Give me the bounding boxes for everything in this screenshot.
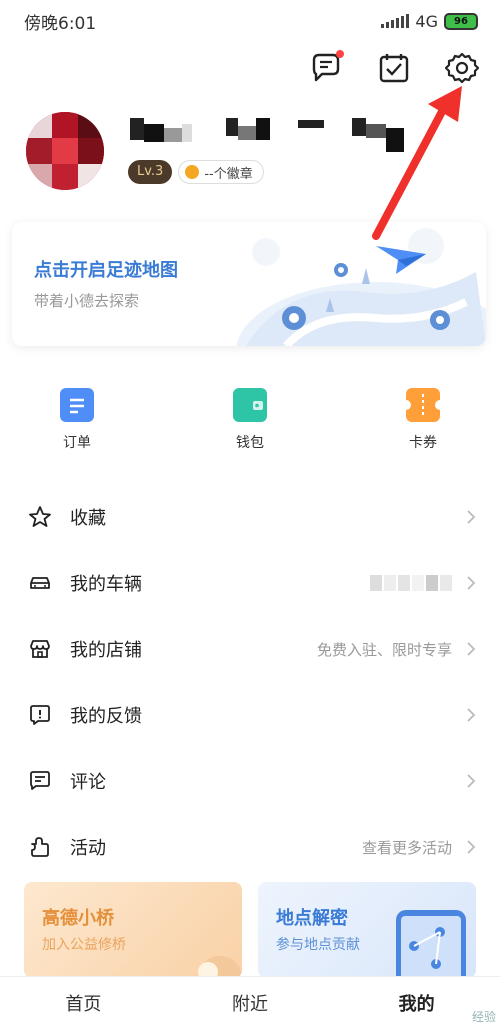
coupon-label: 卡券 <box>409 435 437 451</box>
medal-count: --个徽章 <box>204 166 253 182</box>
menu-item-my-feedback[interactable]: 我的反馈 <box>0 682 500 748</box>
menu-item-label: 我的反馈 <box>70 706 142 727</box>
battery-icon: 96 <box>444 12 478 30</box>
bottom-tab-bar: 首页 附近 我的 <box>0 976 500 1031</box>
order-label: 订单 <box>63 435 91 451</box>
wallet-button[interactable]: 钱包 <box>200 388 300 452</box>
promo-card-bridge[interactable]: 高德小桥 加入公益修桥 <box>24 882 242 978</box>
activity-icon <box>28 835 52 859</box>
checkin-calendar-icon[interactable] <box>376 50 412 86</box>
menu-item-label: 活动 <box>70 838 106 859</box>
feedback-icon <box>28 703 52 727</box>
menu-item-my-store[interactable]: 我的店铺 免费入驻、限时专享 <box>0 616 500 682</box>
promo-card-place-decode[interactable]: 地点解密 参与地点贡献 <box>258 882 476 978</box>
chevron-right-icon <box>467 774 476 788</box>
car-icon <box>28 571 52 595</box>
promo-card-subtitle: 加入公益修桥 <box>42 937 126 953</box>
message-icon[interactable] <box>308 50 344 86</box>
quick-actions: 订单 钱包 卡券 <box>0 388 500 468</box>
menu-list: 收藏 我的车辆 我的店铺 免费入驻、限时专享 我的反馈 评论 活动 查看更多活动 <box>0 484 500 880</box>
promo-card-subtitle: 参与地点贡献 <box>276 937 360 953</box>
profile-header[interactable]: Lv.3 --个徽章 <box>26 112 480 192</box>
status-indicators: 4G 96 <box>381 12 478 31</box>
comment-icon <box>28 769 52 793</box>
network-type: 4G <box>415 11 438 31</box>
menu-item-label: 评论 <box>70 772 106 793</box>
settings-gear-icon[interactable] <box>444 50 480 86</box>
footprint-map-card[interactable]: 点击开启足迹地图 带着小德去探索 <box>12 222 486 346</box>
chevron-right-icon <box>467 840 476 854</box>
menu-item-label: 我的车辆 <box>70 574 142 595</box>
promo-card-title: 高德小桥 <box>42 908 114 929</box>
menu-item-value: 免费入驻、限时专享 <box>316 640 452 659</box>
menu-item-favorites[interactable]: 收藏 <box>0 484 500 550</box>
star-icon <box>28 505 52 529</box>
header-actions <box>308 50 480 86</box>
status-bar: 傍晚6:01 4G 96 <box>0 0 500 42</box>
status-time: 傍晚6:01 <box>24 13 97 34</box>
menu-item-value: 查看更多活动 <box>361 838 452 857</box>
order-button[interactable]: 订单 <box>27 388 127 452</box>
menu-item-comments[interactable]: 评论 <box>0 748 500 814</box>
bridge-illustration <box>198 956 242 978</box>
tab-nearby[interactable]: 附近 <box>167 977 334 1031</box>
profile-badges: Lv.3 --个徽章 <box>128 160 264 184</box>
watermark: 经验 <box>471 1010 496 1024</box>
store-icon <box>28 637 52 661</box>
menu-item-label: 我的店铺 <box>70 640 142 661</box>
promo-cards: 高德小桥 加入公益修桥 地点解密 参与地点贡献 <box>24 882 476 978</box>
coupon-button[interactable]: 卡券 <box>373 388 473 452</box>
wallet-label: 钱包 <box>236 435 264 451</box>
promo-card-title: 地点解密 <box>276 908 348 929</box>
chevron-right-icon <box>467 642 476 656</box>
order-icon <box>60 388 94 422</box>
chevron-right-icon <box>467 510 476 524</box>
chevron-right-icon <box>467 708 476 722</box>
signal-icon <box>381 14 410 28</box>
menu-item-label: 收藏 <box>70 508 106 529</box>
map-illustration <box>236 228 486 346</box>
footprint-title: 点击开启足迹地图 <box>34 260 178 281</box>
coupon-icon <box>401 388 445 422</box>
username-blurred <box>130 114 420 154</box>
medal-icon <box>185 165 200 179</box>
phone-map-illustration <box>396 910 466 978</box>
avatar[interactable] <box>26 112 104 190</box>
level-badge[interactable]: Lv.3 <box>128 160 173 184</box>
vehicle-value-blurred <box>370 575 452 591</box>
wallet-icon <box>233 388 267 422</box>
chevron-right-icon <box>467 576 476 590</box>
menu-item-my-vehicle[interactable]: 我的车辆 <box>0 550 500 616</box>
medal-badge[interactable]: --个徽章 <box>178 160 264 184</box>
unread-dot <box>336 50 344 58</box>
tab-home[interactable]: 首页 <box>0 977 167 1031</box>
footprint-subtitle: 带着小德去探索 <box>34 292 140 310</box>
menu-item-activities[interactable]: 活动 查看更多活动 <box>0 814 500 880</box>
battery-level: 96 <box>454 15 468 27</box>
